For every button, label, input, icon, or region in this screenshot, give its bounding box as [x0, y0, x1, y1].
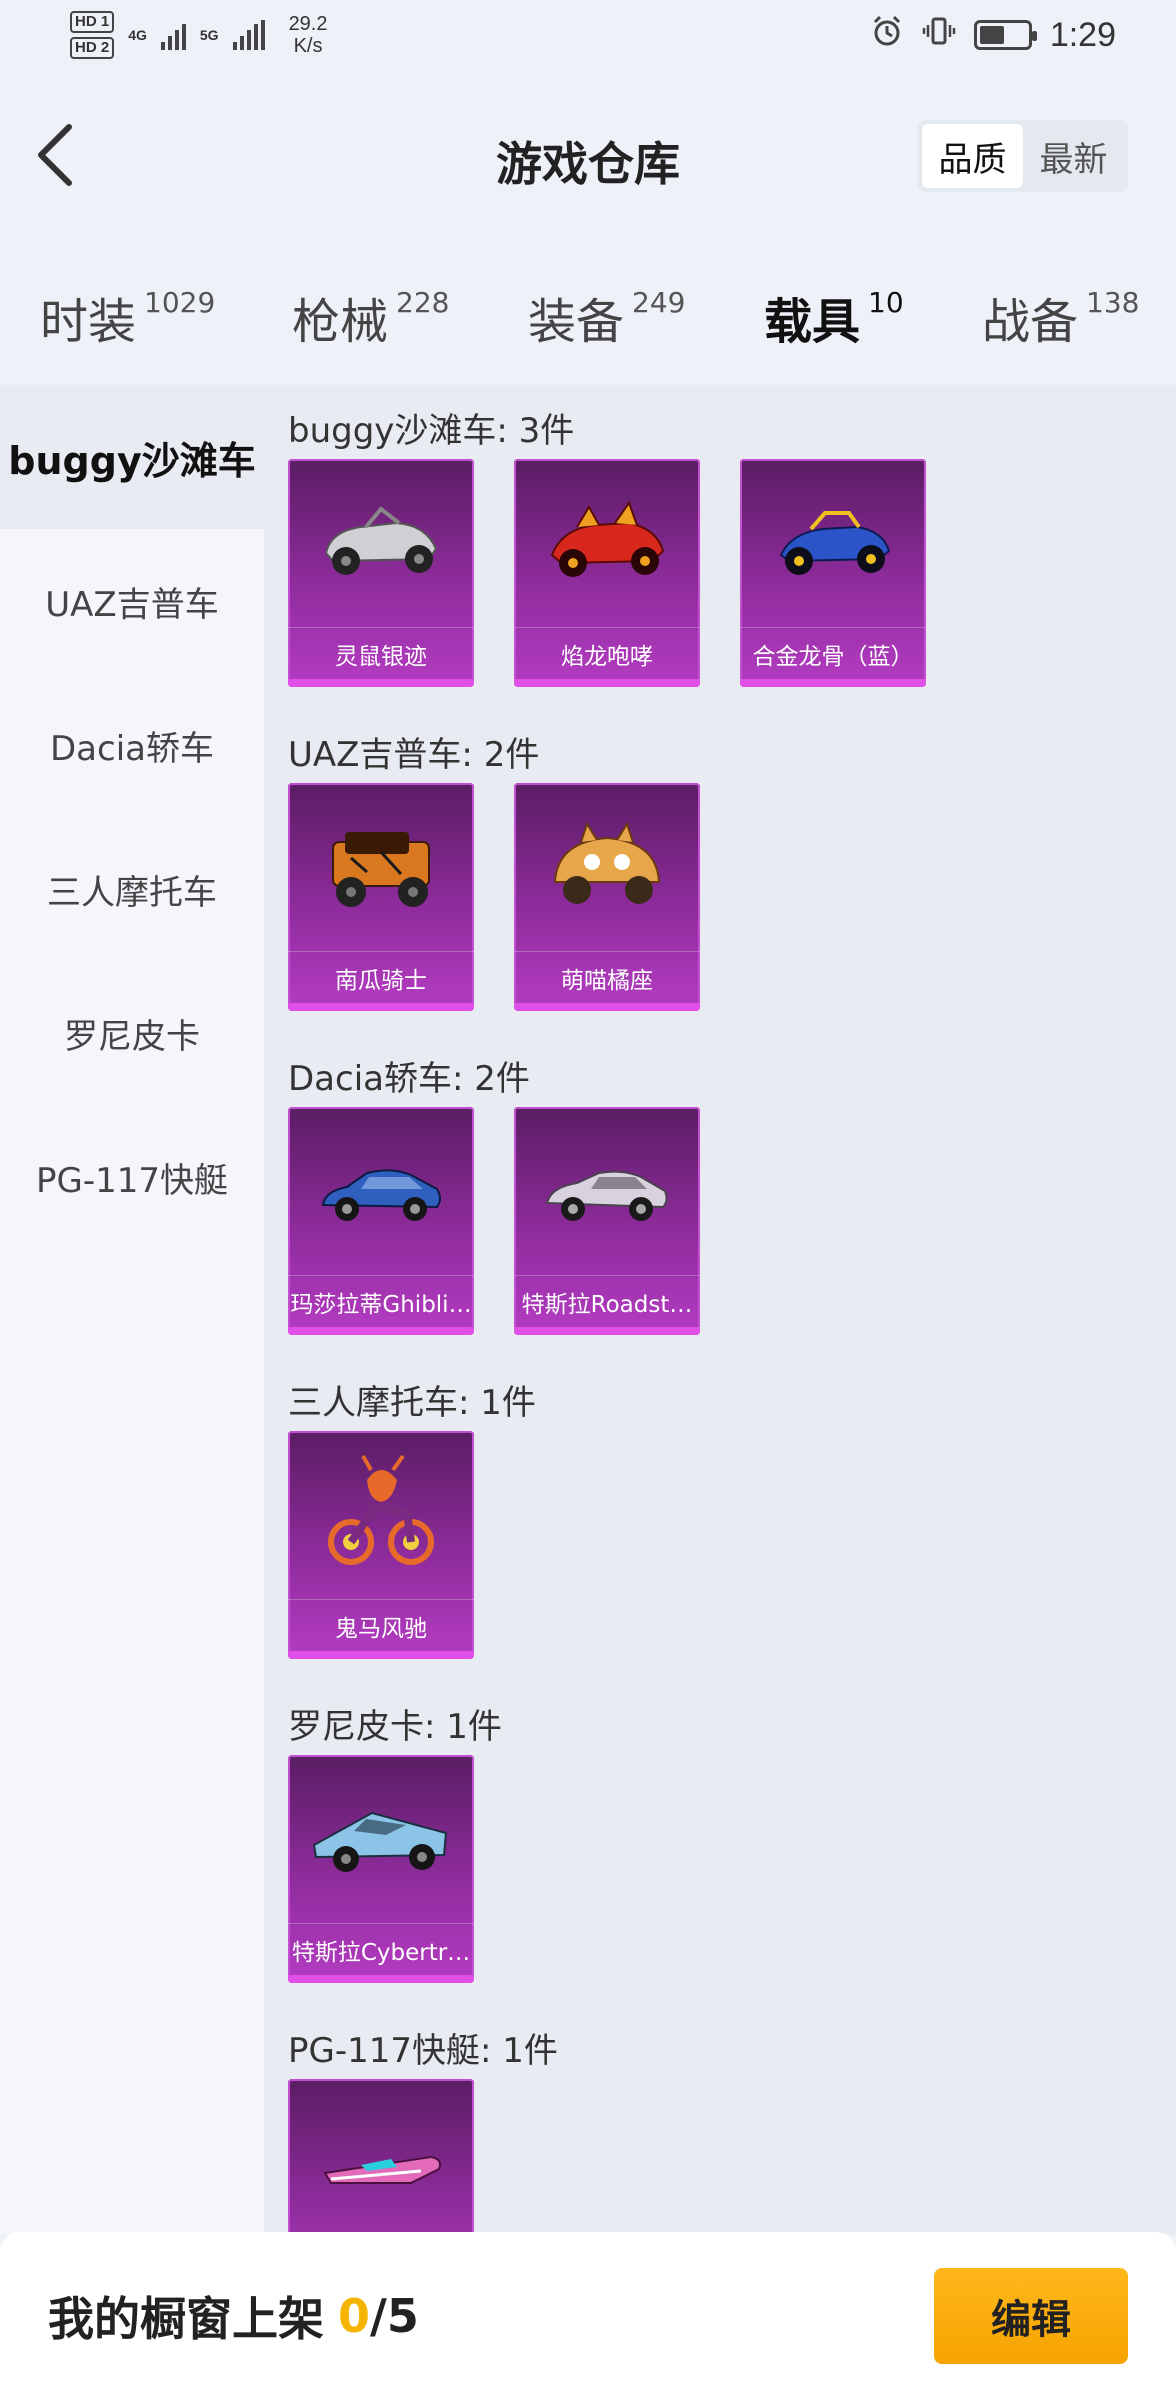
tab-vehicles[interactable]: 载具 10 — [764, 282, 904, 398]
vehicle-list[interactable]: buggy沙滩车: 3件 灵鼠银迹 焰龙咆哮 合金龙骨（蓝） UAZ吉普车: 2… — [264, 385, 1176, 2235]
showcase-label: 我的橱窗上架 — [48, 2292, 324, 2346]
status-right: 1:29 — [870, 14, 1116, 57]
tab-equipment[interactable]: 装备 249 — [528, 282, 685, 352]
pumpkin-jeep-icon — [288, 783, 474, 951]
item-name: 特斯拉Roadst… — [514, 1275, 700, 1327]
tab-count: 138 — [1086, 286, 1140, 319]
sidebar-item-uaz[interactable]: UAZ吉普车 — [0, 529, 264, 673]
clock: 1:29 — [1049, 15, 1116, 54]
showcase-bar: 我的橱窗上架 0/5 编辑 — [0, 2232, 1176, 2400]
item-card[interactable]: 合金龙骨（蓝） — [740, 459, 926, 687]
sidebar-item-pickup[interactable]: 罗尼皮卡 — [0, 961, 264, 1105]
tab-label: 战备 — [982, 294, 1079, 350]
sidebar-item-boat[interactable]: PG-117快艇 — [0, 1105, 264, 1249]
item-card[interactable]: 玛莎拉蒂Ghibli… — [288, 1107, 474, 1335]
status-bar: HD 1 HD 2 4G 5G 29.2 K/s 1:29 — [0, 0, 1176, 70]
net-speed: 29.2 K/s — [289, 13, 328, 57]
sim2-badge: HD 2 — [70, 37, 115, 59]
net-speed-unit: K/s — [293, 35, 323, 57]
item-name: 合金龙骨（蓝） — [740, 627, 926, 679]
edit-button[interactable]: 编辑 — [934, 2268, 1128, 2364]
item-name: 灵鼠银迹 — [288, 627, 474, 679]
showcase-total: 5 — [386, 2289, 419, 2343]
item-grid: 鬼马风驰 — [288, 1423, 1176, 1681]
item-grid: 特斯拉Cybertr… — [288, 1747, 1176, 2005]
sim1-badge: HD 1 — [70, 11, 115, 33]
sort-newest-option[interactable]: 最新 — [1023, 124, 1124, 188]
tab-fashion[interactable]: 时装 1029 — [40, 282, 215, 352]
tab-count: 10 — [868, 286, 904, 319]
item-card[interactable]: 焰龙咆哮 — [514, 459, 700, 687]
battery-icon — [973, 20, 1037, 50]
silver-buggy-icon — [288, 459, 474, 627]
sim-badges: HD 1 HD 2 — [70, 11, 115, 59]
showcase-separator: / — [370, 2289, 387, 2343]
network2-label: 5G — [199, 27, 219, 43]
white-roadster-icon — [514, 1107, 700, 1275]
tab-count: 228 — [396, 286, 450, 319]
item-card[interactable] — [288, 2079, 474, 2235]
alarm-icon — [870, 14, 904, 57]
tab-count: 1029 — [144, 286, 216, 319]
item-name: 玛莎拉蒂Ghibli… — [288, 1275, 474, 1327]
signal2-icon — [232, 20, 265, 50]
sort-quality-option[interactable]: 品质 — [922, 124, 1023, 188]
section-title: 罗尼皮卡: 1件 — [288, 1706, 502, 1747]
item-card[interactable]: 特斯拉Cybertr… — [288, 1755, 474, 1983]
section-title: Dacia轿车: 2件 — [288, 1058, 530, 1099]
item-grid: 南瓜骑士 萌喵橘座 — [288, 775, 1176, 1033]
sort-toggle: 品质 最新 — [918, 120, 1128, 192]
tab-label: 时装 — [40, 294, 137, 350]
signal1-icon — [160, 20, 186, 50]
sidebar-item-dacia[interactable]: Dacia轿车 — [0, 673, 264, 817]
blue-alloy-buggy-icon — [740, 459, 926, 627]
vehicle-type-sidebar: buggy沙滩车 UAZ吉普车 Dacia轿车 三人摩托车 罗尼皮卡 PG-11… — [0, 385, 264, 2235]
tab-label: 装备 — [528, 294, 625, 350]
item-card[interactable]: 特斯拉Roadst… — [514, 1107, 700, 1335]
vibrate-icon — [922, 14, 956, 57]
network1-label: 4G — [128, 27, 147, 43]
section-title: PG-117快艇: 1件 — [288, 2030, 558, 2071]
item-grid: 玛莎拉蒂Ghibli… 特斯拉Roadst… — [288, 1099, 1176, 1357]
cat-jeep-icon — [514, 783, 700, 951]
sidebar-item-buggy[interactable]: buggy沙滩车 — [0, 385, 264, 529]
tab-count: 249 — [632, 286, 686, 319]
item-card[interactable]: 萌喵橘座 — [514, 783, 700, 1011]
showcase-current: 0 — [338, 2289, 371, 2343]
sidebar-item-motorcycle[interactable]: 三人摩托车 — [0, 817, 264, 961]
section-title: buggy沙滩车: 3件 — [288, 410, 575, 451]
header: 游戏仓库 品质 最新 — [0, 70, 1176, 240]
item-card[interactable]: 鬼马风驰 — [288, 1431, 474, 1659]
section-title: UAZ吉普车: 2件 — [288, 734, 540, 775]
showcase-count: 0/5 — [338, 2289, 419, 2343]
item-grid — [288, 2071, 1176, 2235]
blue-sedan-icon — [288, 1107, 474, 1275]
red-dragon-buggy-icon — [514, 459, 700, 627]
tab-weapons[interactable]: 枪械 228 — [292, 282, 449, 352]
net-speed-value: 29.2 — [288, 13, 328, 35]
item-grid: 灵鼠银迹 焰龙咆哮 合金龙骨（蓝） — [288, 451, 1176, 709]
ghost-motorcycle-icon — [288, 1431, 474, 1599]
item-name: 焰龙咆哮 — [514, 627, 700, 679]
tab-label: 载具 — [764, 294, 861, 350]
item-name: 南瓜骑士 — [288, 951, 474, 1003]
cybertruck-icon — [288, 1755, 474, 1923]
item-card[interactable]: 南瓜骑士 — [288, 783, 474, 1011]
category-tabs: 时装 1029 枪械 228 装备 249 载具 10 战备 138 — [0, 240, 1176, 398]
speedboat-icon — [288, 2079, 474, 2235]
section-title: 三人摩托车: 1件 — [288, 1382, 536, 1423]
item-name: 特斯拉Cybertr… — [288, 1923, 474, 1975]
item-name: 萌喵橘座 — [514, 951, 700, 1003]
status-left: HD 1 HD 2 4G 5G 29.2 K/s — [70, 11, 328, 59]
tab-supplies[interactable]: 战备 138 — [982, 282, 1139, 352]
item-card[interactable]: 灵鼠银迹 — [288, 459, 474, 687]
tab-label: 枪械 — [292, 294, 389, 350]
item-name: 鬼马风驰 — [288, 1599, 474, 1651]
